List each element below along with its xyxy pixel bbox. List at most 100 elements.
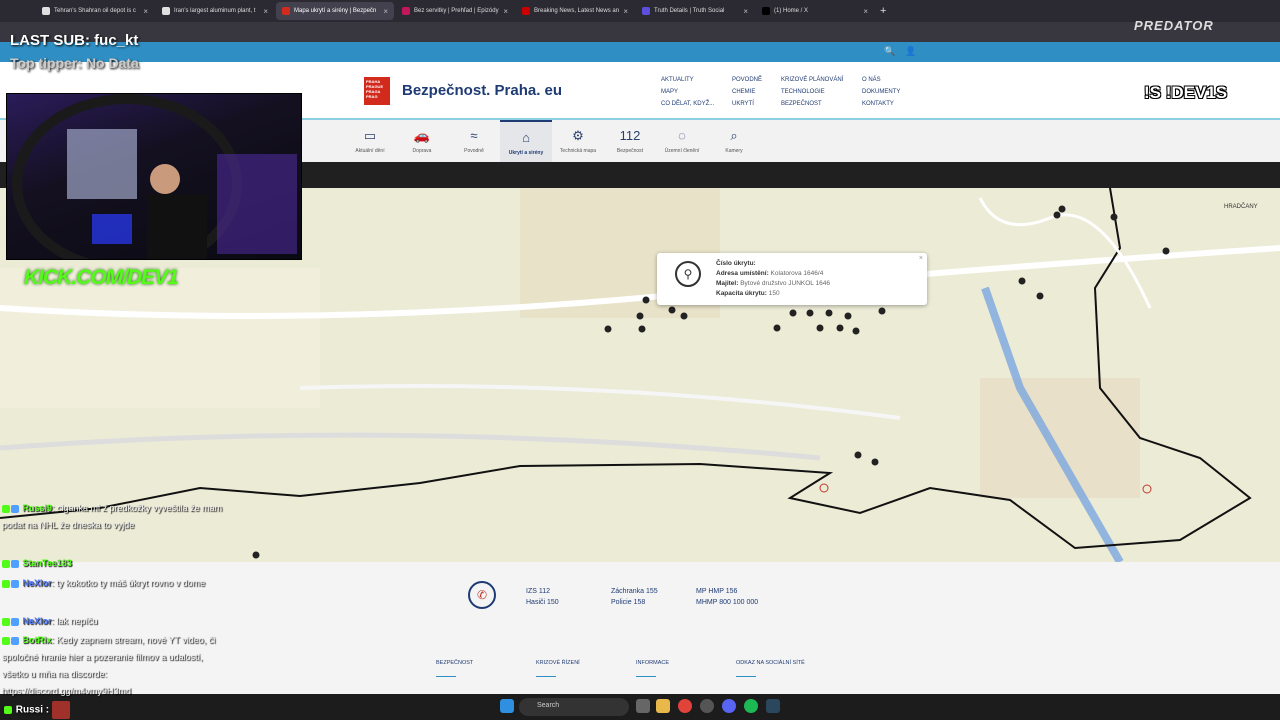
footer-section-heading[interactable]: ODKAZ NA SOCIÁLNÍ SÍTĚ bbox=[736, 660, 805, 677]
tab-close-icon[interactable]: × bbox=[863, 7, 868, 16]
chat-username[interactable]: NeXlor bbox=[23, 616, 52, 626]
tab-favicon-icon bbox=[642, 7, 650, 15]
browser-tab[interactable]: Mapa ukrytí a sirény | Bezpečn × bbox=[276, 2, 394, 20]
subnav-item[interactable]: ≈ Povodně bbox=[448, 120, 500, 162]
address-bar[interactable] bbox=[0, 22, 1280, 42]
stream-command: !S !DEV1S bbox=[1144, 83, 1228, 102]
subnav-label: Doprava bbox=[412, 148, 432, 154]
close-icon[interactable]: × bbox=[919, 254, 923, 264]
shelter-marker-icon[interactable] bbox=[871, 458, 879, 466]
browser-tab[interactable]: Truth Details | Truth Social × bbox=[636, 2, 754, 20]
shelter-marker-icon[interactable] bbox=[825, 309, 833, 317]
nav-link[interactable]: CO DĚLAT, KDYŽ... bbox=[661, 98, 714, 110]
nav-link[interactable]: AKTUALITY bbox=[661, 74, 714, 86]
subnav-item[interactable]: ⌕ Kamery bbox=[708, 120, 760, 162]
nav-link[interactable]: MAPY bbox=[661, 86, 714, 98]
shelter-marker-icon[interactable] bbox=[773, 324, 781, 332]
sub-badge-icon bbox=[11, 504, 19, 513]
browser-tab[interactable]: Bez servitky | Prehľad | Epizódy × bbox=[396, 2, 514, 20]
tab-close-icon[interactable]: × bbox=[143, 7, 148, 16]
subnav-item[interactable]: ◌ Územní členění bbox=[656, 120, 708, 162]
chat-username[interactable]: Russi9 bbox=[23, 503, 53, 513]
subnav-item[interactable]: ▭ Aktuální dění bbox=[344, 120, 396, 162]
chat-message: NeXlor: ty kokotko ty máš úkryt rovno v … bbox=[2, 575, 227, 592]
popup-row: Adresa umístění: Kolatorova 1646/4 bbox=[716, 269, 927, 279]
shelter-marker-icon[interactable] bbox=[638, 325, 646, 333]
discord-icon[interactable] bbox=[722, 699, 736, 713]
tab-close-icon[interactable]: × bbox=[503, 7, 508, 16]
tab-close-icon[interactable]: × bbox=[623, 7, 628, 16]
footer-section-heading[interactable]: KRIZOVÉ ŘÍZENÍ bbox=[536, 660, 580, 677]
search-icon[interactable]: 🔍 bbox=[884, 46, 896, 58]
tab-title: (1) Home / X bbox=[774, 8, 809, 14]
nav-link[interactable]: O NÁS bbox=[862, 74, 900, 86]
task-view-icon[interactable] bbox=[636, 699, 650, 713]
shelter-marker-icon[interactable] bbox=[1018, 277, 1026, 285]
new-tab-button[interactable]: + bbox=[880, 5, 886, 17]
browser-tab[interactable]: (1) Home / X × bbox=[756, 2, 874, 20]
shelter-marker-icon[interactable] bbox=[844, 312, 852, 320]
shelter-marker-icon[interactable] bbox=[668, 306, 676, 314]
steam-icon[interactable] bbox=[766, 699, 780, 713]
subnav-icon: 🚗 bbox=[413, 128, 431, 143]
nav-link[interactable]: CHEMIE bbox=[732, 86, 762, 98]
subnav-item[interactable]: 112 Bezpečnost bbox=[604, 120, 656, 162]
predator-logo: PREDATOR bbox=[1134, 18, 1214, 33]
subnav-item[interactable]: 🚗 Doprava bbox=[396, 120, 448, 162]
chrome-icon[interactable] bbox=[678, 699, 692, 713]
file-explorer-icon[interactable] bbox=[656, 699, 670, 713]
praha-logo[interactable]: PRAHA PRAGUE PRAGA PRAG bbox=[364, 77, 390, 105]
nav-link[interactable]: KONTAKTY bbox=[862, 98, 900, 110]
user-icon[interactable]: 👤 bbox=[905, 46, 917, 58]
shelter-marker-icon[interactable] bbox=[878, 307, 886, 315]
shelter-marker-icon[interactable] bbox=[1053, 211, 1061, 219]
obs-icon[interactable] bbox=[700, 699, 714, 713]
shelter-marker-icon[interactable] bbox=[1058, 205, 1066, 213]
popup-key: Kapacita úkrytu: bbox=[716, 290, 767, 297]
tab-title: Bez servitky | Prehľad | Epizódy bbox=[414, 8, 499, 14]
nav-link[interactable]: POVODNĚ bbox=[732, 74, 762, 86]
spotify-icon[interactable] bbox=[744, 699, 758, 713]
shelter-marker-icon[interactable] bbox=[806, 309, 814, 317]
shelter-marker-icon[interactable] bbox=[680, 312, 688, 320]
site-title[interactable]: Bezpečnost. Praha. eu bbox=[402, 82, 562, 99]
shelter-marker-icon[interactable] bbox=[1036, 292, 1044, 300]
shelter-marker-icon[interactable] bbox=[854, 451, 862, 459]
chat-username[interactable]: BotRix bbox=[23, 635, 52, 645]
popup-key: Adresa umístění: bbox=[716, 270, 769, 277]
shelter-marker-icon[interactable] bbox=[789, 309, 797, 317]
tab-close-icon[interactable]: × bbox=[743, 7, 748, 16]
shelter-marker-icon[interactable] bbox=[636, 312, 644, 320]
subnav-item[interactable]: ⚙ Technická mapa bbox=[552, 120, 604, 162]
shelter-marker-icon[interactable] bbox=[1110, 213, 1118, 221]
nav-link[interactable]: UKRYTÍ bbox=[732, 98, 762, 110]
sub-badge-icon bbox=[11, 579, 19, 588]
browser-tab[interactable]: Iran's largest aluminum plant, t × bbox=[156, 2, 274, 20]
shelter-marker-icon[interactable] bbox=[852, 327, 860, 335]
shelter-marker-icon[interactable] bbox=[604, 325, 612, 333]
shelter-marker-icon[interactable] bbox=[252, 551, 260, 559]
tab-favicon-icon bbox=[402, 7, 410, 15]
nav-link[interactable]: TECHNOLOGIE bbox=[781, 86, 843, 98]
chat-username[interactable]: StanTee183 bbox=[23, 558, 72, 568]
nav-link[interactable]: BEZPEČNOST bbox=[781, 98, 843, 110]
popup-row: Majitel: Bytové družstvo JUNKOL 1646 bbox=[716, 279, 927, 289]
footer-section-heading[interactable]: BEZPEČNOST bbox=[436, 660, 473, 677]
nav-link[interactable]: DOKUMENTY bbox=[862, 86, 900, 98]
shelter-marker-icon[interactable] bbox=[1162, 247, 1170, 255]
browser-tab[interactable]: Breaking News, Latest News an × bbox=[516, 2, 634, 20]
shelter-marker-icon[interactable] bbox=[816, 324, 824, 332]
footer-section-heading[interactable]: INFORMACE bbox=[636, 660, 669, 677]
tab-close-icon[interactable]: × bbox=[383, 7, 388, 16]
tab-close-icon[interactable]: × bbox=[263, 7, 268, 16]
shelter-marker-icon[interactable] bbox=[642, 296, 650, 304]
windows-start-icon[interactable] bbox=[500, 699, 514, 713]
subnav-item[interactable]: ⌂ Ukrytí a sirény bbox=[500, 120, 552, 162]
shelter-marker-icon[interactable] bbox=[836, 324, 844, 332]
taskbar-search[interactable]: Search bbox=[519, 698, 629, 716]
chat-username[interactable]: NeXlor bbox=[23, 578, 52, 588]
subnav-icon: 112 bbox=[619, 128, 641, 143]
chat-message: Russi9: ciganka mi z predkožky vyveštila… bbox=[2, 500, 227, 534]
browser-tab[interactable]: Tehran's Shahran oil depot is c × bbox=[36, 2, 154, 20]
nav-link[interactable]: KRIZOVÉ PLÁNOVÁNÍ bbox=[781, 74, 843, 86]
